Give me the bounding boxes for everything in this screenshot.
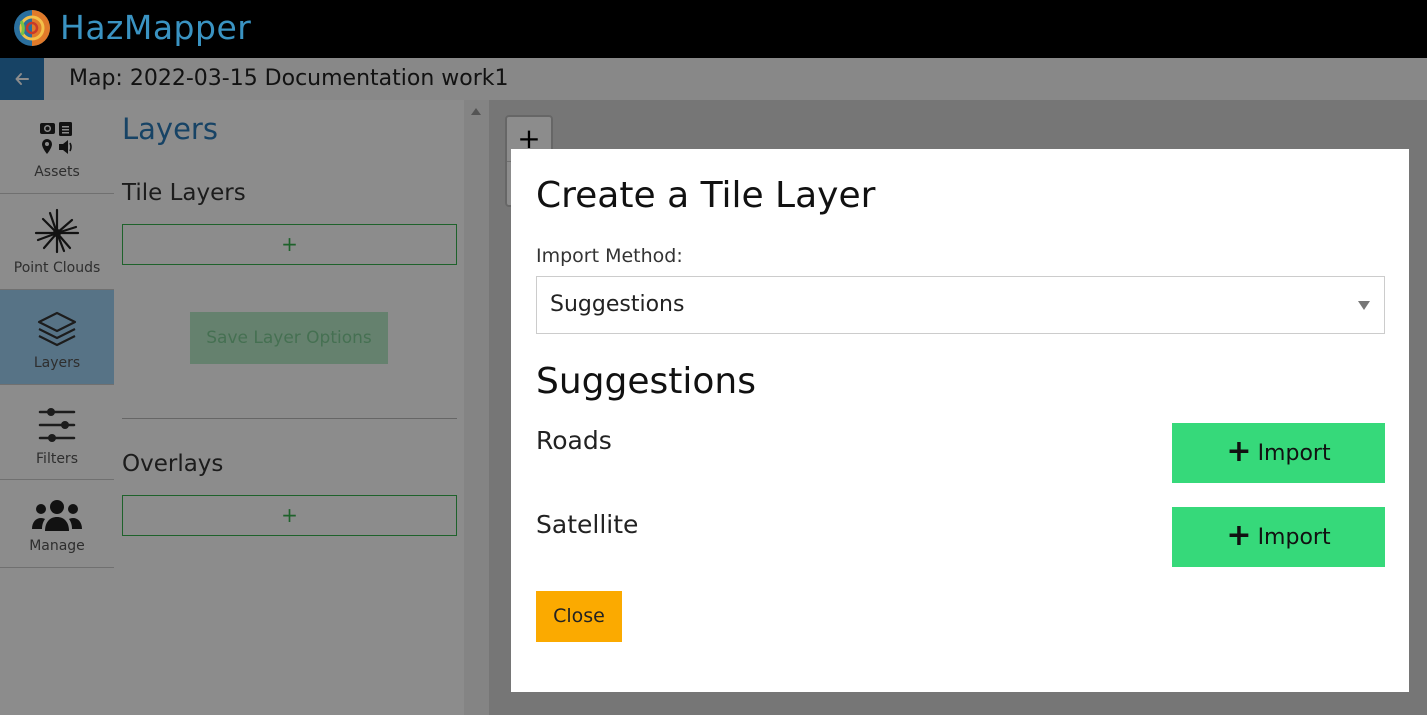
import-label: Import [1257, 440, 1331, 466]
import-method-label: Import Method: [536, 245, 683, 267]
modal-title: Create a Tile Layer [536, 175, 876, 216]
import-method-select[interactable]: Suggestions [536, 276, 1385, 334]
close-button[interactable]: Close [536, 591, 622, 642]
import-label: Import [1257, 524, 1331, 550]
plus-icon: + [1226, 433, 1252, 469]
suggestion-name-satellite: Satellite [536, 510, 639, 539]
hazmapper-logo-icon [14, 10, 50, 46]
suggestions-title: Suggestions [536, 361, 756, 402]
create-tile-layer-modal: Create a Tile Layer Import Method: Sugge… [511, 149, 1409, 692]
plus-icon: + [1226, 517, 1252, 553]
caret-down-icon [1358, 301, 1370, 310]
import-method-value: Suggestions [550, 292, 685, 317]
top-bar: HazMapper [0, 0, 1427, 58]
import-roads-button[interactable]: + Import [1172, 423, 1385, 483]
suggestion-name-roads: Roads [536, 426, 612, 455]
app-title: HazMapper [60, 8, 252, 47]
import-satellite-button[interactable]: + Import [1172, 507, 1385, 567]
